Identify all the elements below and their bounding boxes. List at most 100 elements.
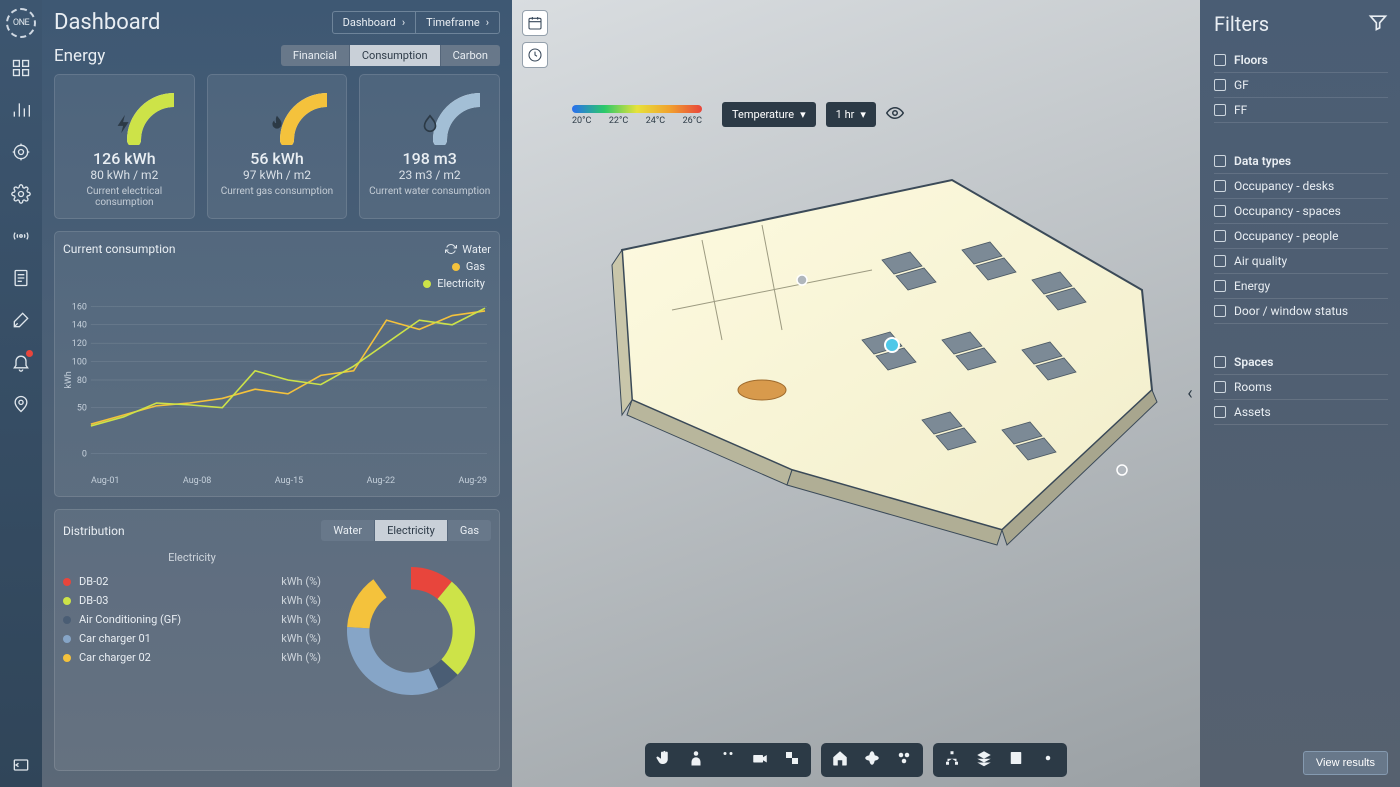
- left-nav-rail: ONE: [0, 0, 42, 787]
- filter-item[interactable]: Occupancy - people: [1214, 224, 1388, 249]
- pan-tool-icon[interactable]: [655, 749, 673, 771]
- distribution-row: Car charger 01kWh (%): [63, 629, 321, 648]
- gauge-label: Current gas consumption: [216, 186, 339, 197]
- filter-item[interactable]: Occupancy - spaces: [1214, 199, 1388, 224]
- refresh-label: Water: [462, 243, 491, 256]
- legend-item: Gas: [452, 260, 485, 273]
- hierarchy-tool-icon[interactable]: [943, 749, 961, 771]
- filter-heading[interactable]: Floors: [1214, 48, 1388, 73]
- camera-tool-icon[interactable]: [751, 749, 769, 771]
- energy-tabs: Financial Consumption Carbon: [281, 45, 500, 66]
- settings-tool-icon[interactable]: [1039, 749, 1057, 771]
- svg-text:80: 80: [77, 376, 87, 386]
- collapse-filters-icon[interactable]: ‹: [1180, 374, 1200, 414]
- consumption-line-chart: kWh05080100120140160: [63, 290, 491, 470]
- dashboard-panel: Dashboard Dashboard› Timeframe› Energy F…: [42, 0, 512, 787]
- viewport-toolbar: [645, 743, 1067, 777]
- filter-item[interactable]: Energy: [1214, 274, 1388, 299]
- distribution-row: Car charger 02kWh (%): [63, 648, 321, 667]
- breadcrumb: Dashboard› Timeframe›: [332, 11, 500, 34]
- gauge-label: Current water consumption: [368, 186, 491, 197]
- filter-heading[interactable]: Spaces: [1214, 350, 1388, 375]
- calendar-tool-icon[interactable]: [522, 10, 548, 36]
- nav-report-icon[interactable]: [9, 266, 33, 290]
- filters-title: Filters: [1214, 12, 1269, 36]
- gauge-subvalue: 80 kWh / m2: [63, 168, 186, 182]
- tab-electricity[interactable]: Electricity: [374, 520, 447, 541]
- consumption-legend: Gas Electricity: [63, 260, 491, 290]
- history-tool-icon[interactable]: [522, 42, 548, 68]
- consumption-chart-card: Current consumption Water Gas Electricity…: [54, 231, 500, 497]
- tab-financial[interactable]: Financial: [281, 45, 349, 66]
- nav-tools-icon[interactable]: [9, 308, 33, 332]
- gauge-value: 56 kWh: [216, 149, 339, 168]
- crumb-timeframe[interactable]: Timeframe›: [415, 12, 499, 33]
- distribution-row: Air Conditioning (GF)kWh (%): [63, 610, 321, 629]
- nav-dashboard-icon[interactable]: [9, 56, 33, 80]
- nav-collapse-icon[interactable]: [9, 753, 33, 777]
- nav-settings-icon[interactable]: [9, 182, 33, 206]
- floorplan-viewport[interactable]: 20°C22°C24°C26°C Temperature▾ 1 hr▾: [512, 0, 1200, 787]
- nav-target-icon[interactable]: [9, 140, 33, 164]
- gradient-bar: [572, 105, 702, 113]
- temperature-dropdown[interactable]: Temperature▾: [722, 102, 816, 127]
- svg-text:50: 50: [77, 404, 87, 414]
- gauge-subvalue: 97 kWh / m2: [216, 168, 339, 182]
- person-tool-icon[interactable]: [687, 749, 705, 771]
- filter-item[interactable]: Occupancy - desks: [1214, 174, 1388, 199]
- list-tool-icon[interactable]: [1007, 749, 1025, 771]
- distribution-row: DB-02kWh (%): [63, 572, 321, 591]
- nav-location-icon[interactable]: [9, 392, 33, 416]
- gauge-card-1: 56 kWh 97 kWh / m2 Current gas consumpti…: [207, 74, 348, 219]
- distribution-tabs: Water Electricity Gas: [321, 520, 491, 541]
- orbit-tool-icon[interactable]: [863, 749, 881, 771]
- tab-consumption[interactable]: Consumption: [349, 45, 440, 66]
- crumb-dashboard[interactable]: Dashboard›: [333, 12, 416, 33]
- gauge-card-0: 126 kWh 80 kWh / m2 Current electrical c…: [54, 74, 195, 219]
- section-title-energy: Energy: [54, 46, 105, 66]
- filter-icon[interactable]: [1368, 12, 1388, 36]
- gauge-value: 126 kWh: [63, 149, 186, 168]
- legend-item: Electricity: [423, 277, 485, 290]
- svg-text:kWh: kWh: [64, 371, 74, 388]
- gauge-subvalue: 23 m3 / m2: [368, 168, 491, 182]
- walk-tool-icon[interactable]: [719, 749, 737, 771]
- tab-water[interactable]: Water: [321, 520, 374, 541]
- distribution-title: Distribution: [63, 524, 125, 538]
- filter-item[interactable]: Assets: [1214, 400, 1388, 425]
- nav-analytics-icon[interactable]: [9, 98, 33, 122]
- filter-item[interactable]: Door / window status: [1214, 299, 1388, 324]
- layers-tool-icon[interactable]: [975, 749, 993, 771]
- timeframe-dropdown[interactable]: 1 hr▾: [826, 102, 876, 127]
- consumption-chart-title: Current consumption: [63, 242, 175, 256]
- svg-text:120: 120: [72, 339, 87, 349]
- nav-broadcast-icon[interactable]: [9, 224, 33, 248]
- distribution-row: DB-03kWh (%): [63, 591, 321, 610]
- view-results-button[interactable]: View results: [1303, 751, 1388, 775]
- filter-item[interactable]: GF: [1214, 73, 1388, 98]
- tab-gas[interactable]: Gas: [447, 520, 491, 541]
- tab-carbon[interactable]: Carbon: [440, 45, 500, 66]
- alert-badge: [26, 350, 33, 357]
- svg-text:140: 140: [72, 321, 87, 331]
- home-view-icon[interactable]: [831, 749, 849, 771]
- chart-x-labels: Aug-01Aug-08Aug-15Aug-22Aug-29: [63, 474, 491, 486]
- distribution-card: Distribution Water Electricity Gas Elect…: [54, 509, 500, 771]
- expand-tool-icon[interactable]: [783, 749, 801, 771]
- svg-text:0: 0: [82, 450, 87, 460]
- visibility-toggle-icon[interactable]: [886, 104, 904, 126]
- cluster-tool-icon[interactable]: [895, 749, 913, 771]
- floorplan-3d[interactable]: [552, 140, 1172, 560]
- gauge-card-2: 198 m3 23 m3 / m2 Current water consumpt…: [359, 74, 500, 219]
- refresh-button[interactable]: Water: [445, 243, 491, 256]
- temperature-legend: 20°C22°C24°C26°C: [572, 105, 702, 126]
- nav-alerts-icon[interactable]: [9, 350, 33, 374]
- filters-panel: Filters FloorsGFFFData typesOccupancy - …: [1200, 0, 1400, 787]
- page-title: Dashboard: [54, 10, 160, 35]
- distribution-donut-chart: [331, 551, 491, 711]
- filter-item[interactable]: Rooms: [1214, 375, 1388, 400]
- filter-item[interactable]: Air quality: [1214, 249, 1388, 274]
- app-logo: ONE: [6, 8, 36, 38]
- filter-item[interactable]: FF: [1214, 98, 1388, 123]
- filter-heading[interactable]: Data types: [1214, 149, 1388, 174]
